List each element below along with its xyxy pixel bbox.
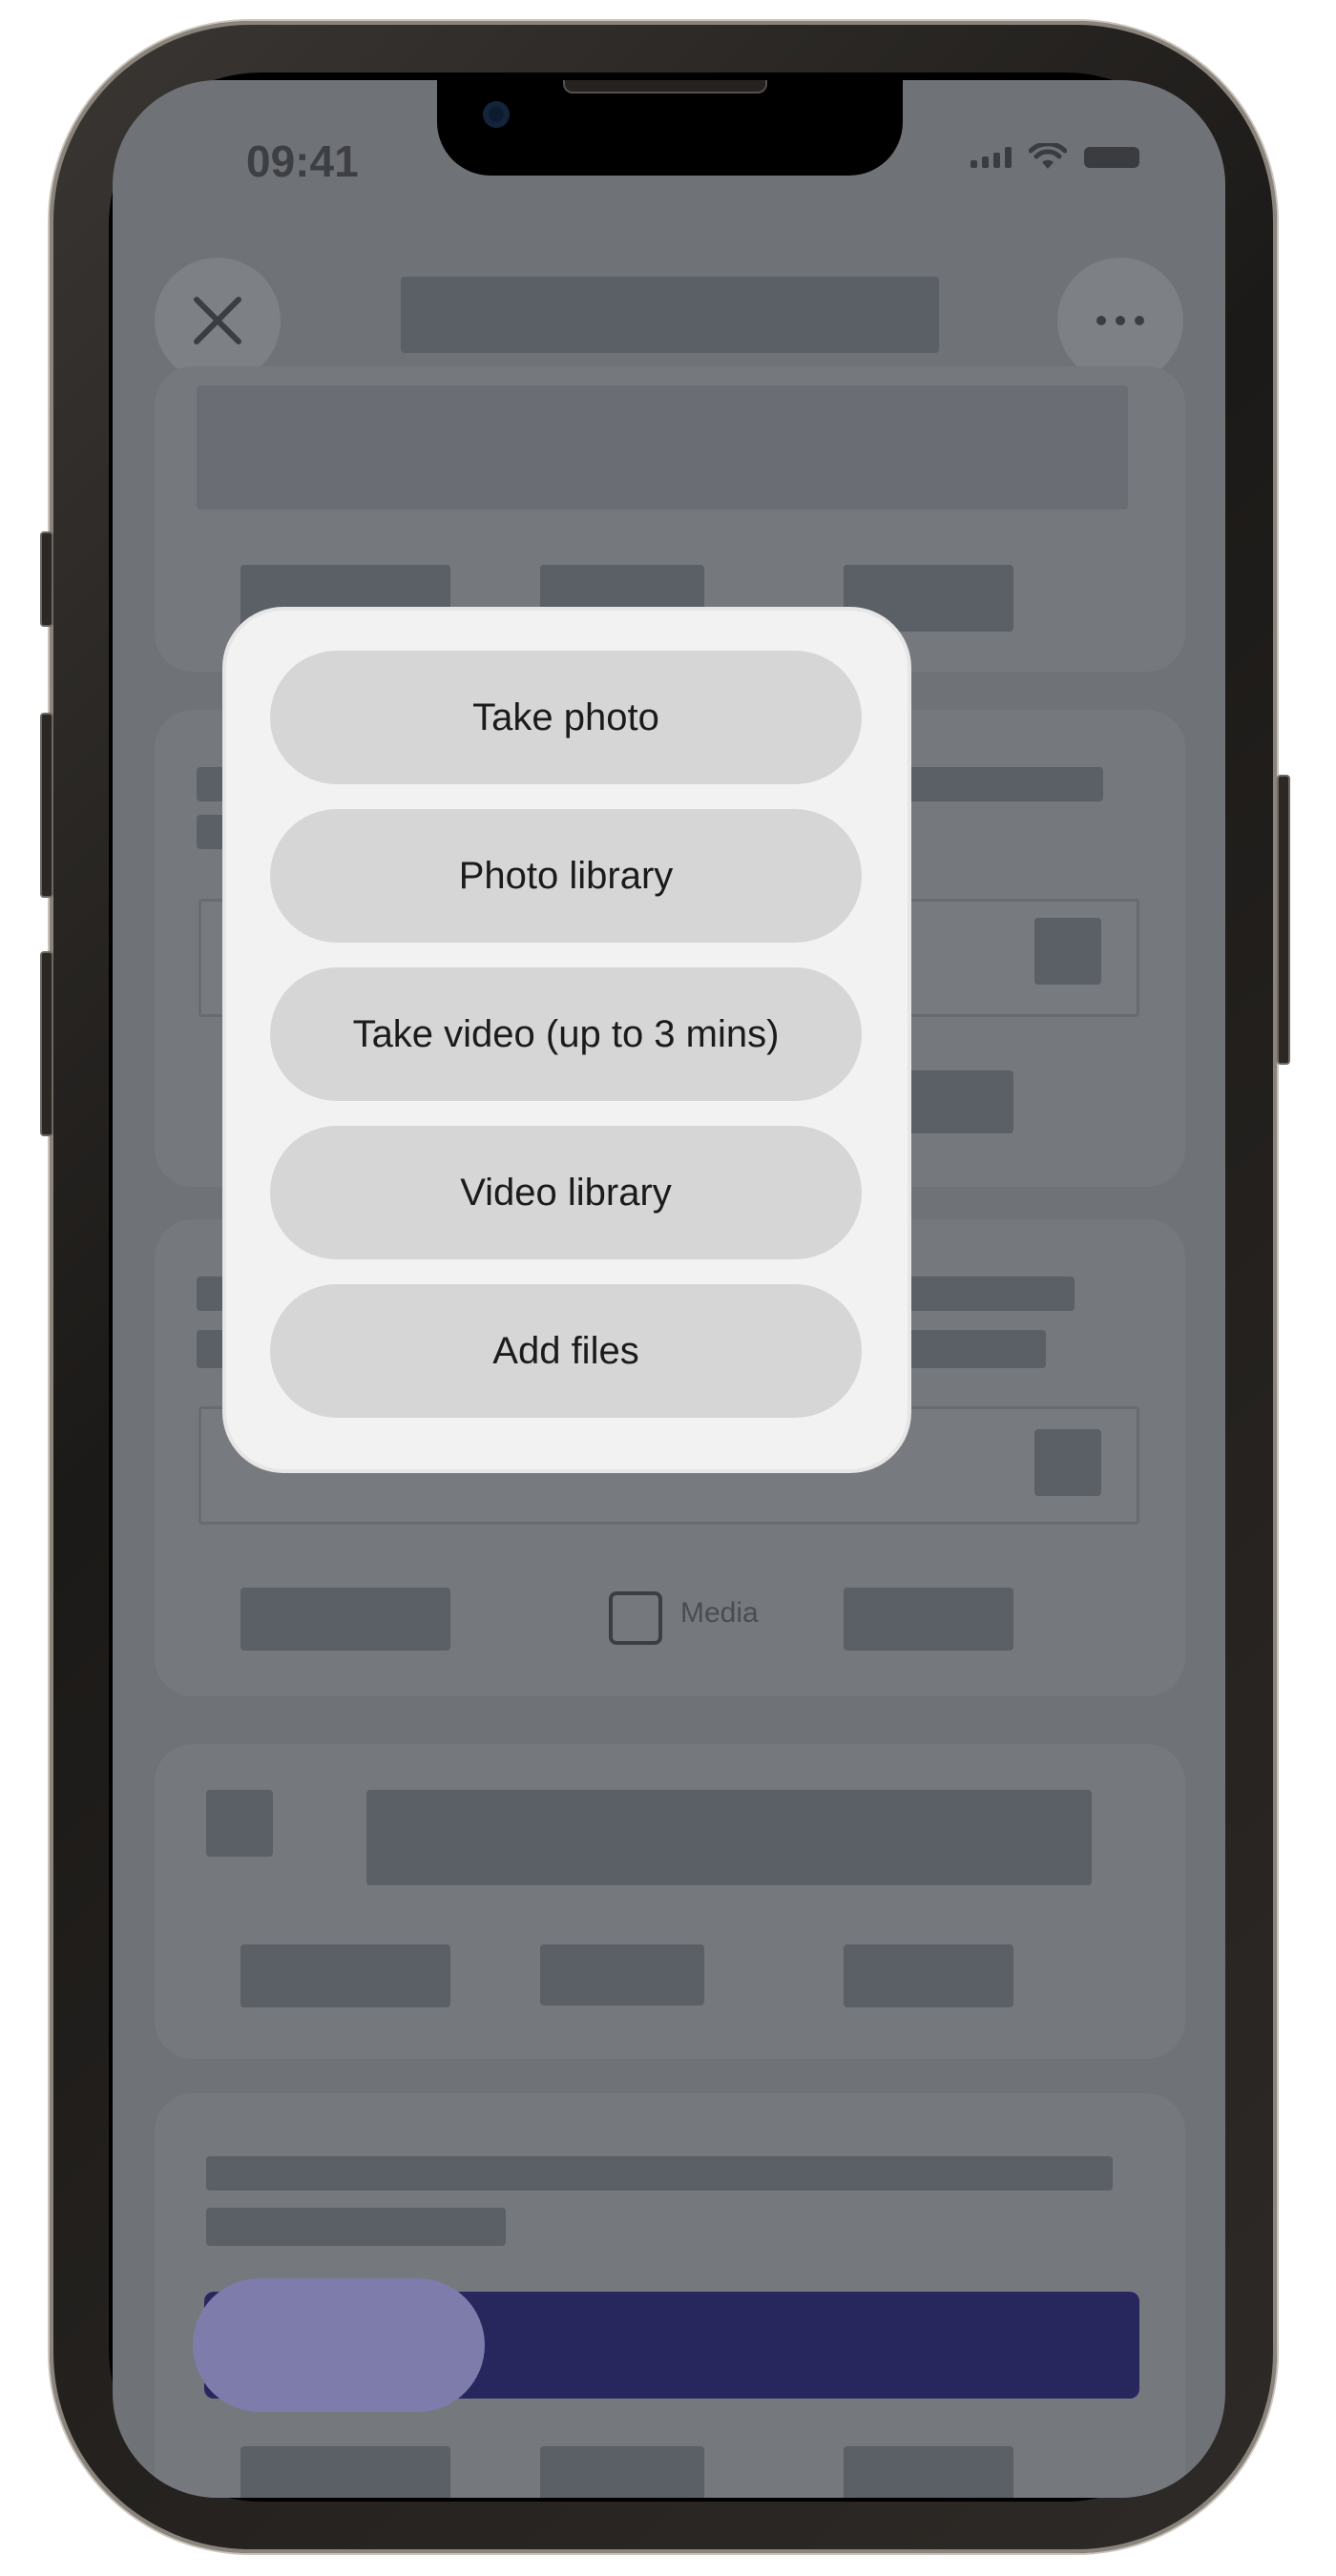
card-skeleton [1034, 1429, 1101, 1496]
take-video-button[interactable]: Take video (up to 3 mins) [270, 967, 862, 1101]
card-skeleton [844, 1944, 1013, 2007]
media-label: Media [680, 1597, 759, 1629]
card-skeleton [240, 1588, 450, 1651]
card-skeleton [206, 2156, 1113, 2191]
card-skeleton [844, 2446, 1013, 2498]
title-skeleton [401, 277, 939, 353]
card-skeleton [206, 1790, 273, 1857]
signal-icon [971, 147, 1012, 168]
close-button[interactable] [155, 258, 281, 384]
more-button[interactable] [1057, 258, 1183, 384]
take-photo-button[interactable]: Take photo [270, 651, 862, 784]
image-icon [609, 1591, 662, 1645]
close-icon [194, 297, 241, 344]
card-4 [155, 1744, 1185, 2059]
front-camera [483, 101, 510, 128]
card-skeleton [1034, 918, 1101, 985]
notch [437, 80, 903, 176]
more-icon [1096, 316, 1144, 325]
card-skeleton [844, 1588, 1013, 1651]
wifi-icon [1029, 143, 1067, 169]
mute-switch [40, 531, 53, 627]
status-icons [971, 143, 1139, 172]
card-skeleton [366, 1790, 1092, 1885]
card-skeleton [197, 385, 1128, 509]
card-skeleton [540, 2446, 704, 2498]
earpiece-speaker [565, 80, 765, 92]
cta-highlight [193, 2278, 485, 2412]
video-library-button[interactable]: Video library [270, 1126, 862, 1259]
card-skeleton [240, 2446, 450, 2498]
add-files-button[interactable]: Add files [270, 1284, 862, 1418]
card-skeleton [240, 1944, 450, 2007]
status-time: 09:41 [246, 136, 359, 186]
media-options-sheet: Take photo Photo library Take video (up … [226, 611, 908, 1469]
power-button [1277, 775, 1290, 1065]
photo-library-button[interactable]: Photo library [270, 809, 862, 943]
volume-down-button [40, 951, 53, 1136]
card-skeleton [540, 1944, 704, 2005]
volume-up-button [40, 713, 53, 898]
battery-icon [1084, 147, 1139, 168]
card-skeleton [206, 2208, 506, 2246]
